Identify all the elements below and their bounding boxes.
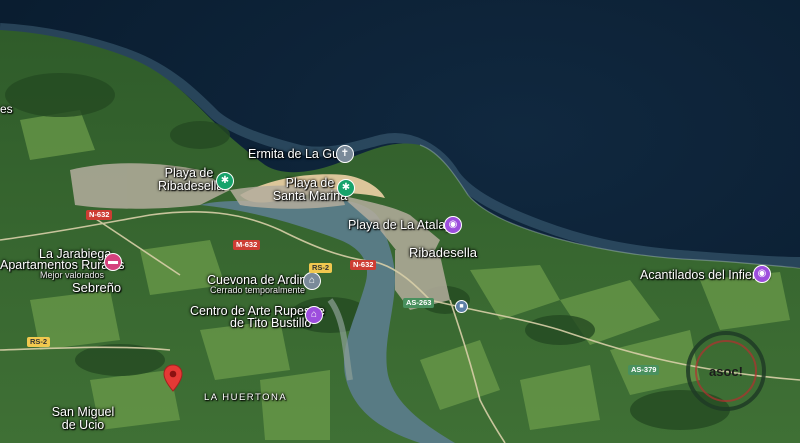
road-shield-as263: AS-263 xyxy=(403,298,435,308)
road-shield-n632: N-632 xyxy=(350,260,377,270)
label-centro-arte-line2: de Tito Bustillo xyxy=(230,316,312,330)
road-shield-n632: M-632 xyxy=(233,240,261,250)
bed-icon[interactable]: ▬ xyxy=(104,253,122,271)
camera-icon[interactable]: ◉ xyxy=(753,265,771,283)
watermark-text: asoc! xyxy=(709,364,743,379)
label-jarabiega-rating: Mejor valorados xyxy=(40,270,105,280)
label-ermita[interactable]: Ermita de La Guía xyxy=(248,148,349,161)
road-shield-rs2-small: RS-2 xyxy=(27,337,51,347)
label-playa-ribadesella[interactable]: Playa de Ribadesella xyxy=(158,167,224,193)
red-location-pin-icon[interactable] xyxy=(163,364,183,392)
label-ribadesella[interactable]: Ribadesella xyxy=(409,246,477,259)
label-la-huertona: LA HUERTONA xyxy=(204,392,288,403)
beach-icon[interactable]: ✱ xyxy=(337,179,355,197)
bus-stop-icon[interactable]: ■ xyxy=(455,300,468,313)
road-shield-n632: N-632 xyxy=(86,210,113,220)
label-san-miguel-de-ucio[interactable]: San Miguel de Ucio xyxy=(43,406,123,432)
road-shield-as379: AS-379 xyxy=(628,365,660,375)
cross-icon[interactable]: ✝ xyxy=(336,145,354,163)
label-playa-ribadesella-line2: Ribadesella xyxy=(158,179,224,193)
beach-icon[interactable]: ✱ xyxy=(216,172,234,190)
label-cuevona-status: Cerrado temporalmente xyxy=(210,285,306,295)
museum-icon[interactable]: ⌂ xyxy=(305,306,323,324)
road-shield-rs2: RS-2 xyxy=(309,263,333,273)
label-sebreno[interactable]: Sebreño xyxy=(72,281,121,294)
label-playa-atalaya[interactable]: Playa de La Atalaya xyxy=(348,219,459,232)
edge-place-label: es xyxy=(0,102,13,116)
label-acantilados[interactable]: Acantilados del Infierno xyxy=(640,269,770,282)
museum-icon[interactable]: ⌂ xyxy=(303,272,321,290)
camera-icon[interactable]: ◉ xyxy=(444,216,462,234)
label-san-miguel-line2: de Ucio xyxy=(61,418,105,432)
watermark-logo: asoc! xyxy=(686,331,766,411)
